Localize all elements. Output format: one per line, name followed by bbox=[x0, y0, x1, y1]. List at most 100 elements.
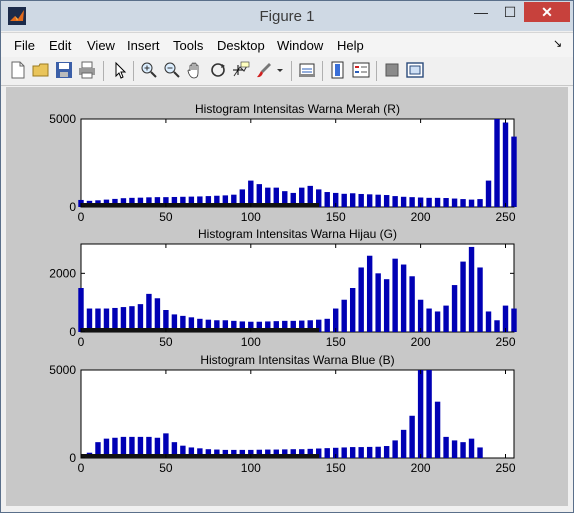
x-tick-label: 50 bbox=[159, 461, 173, 475]
toolbar-separator bbox=[133, 61, 134, 81]
x-tick-label: 0 bbox=[78, 210, 85, 224]
histogram-bar bbox=[426, 197, 432, 207]
histogram-bar bbox=[409, 197, 415, 207]
chart-title: Histogram Intensitas Warna Hijau (G) bbox=[198, 227, 397, 241]
x-tick-label: 100 bbox=[241, 335, 261, 349]
histogram-bar bbox=[392, 196, 398, 207]
histogram-bar bbox=[485, 311, 492, 332]
toolbar-separator bbox=[322, 61, 323, 81]
colorbar-icon[interactable] bbox=[329, 61, 347, 79]
histogram-bar bbox=[417, 299, 424, 332]
print-icon[interactable] bbox=[78, 61, 96, 79]
brush-icon[interactable] bbox=[255, 61, 273, 79]
histogram-bar bbox=[460, 261, 466, 332]
histogram-bar bbox=[511, 136, 517, 207]
hide-plot-tools-icon[interactable] bbox=[383, 61, 401, 79]
toolbar-separator bbox=[103, 61, 104, 81]
histogram-bar bbox=[392, 258, 398, 332]
histogram-bar bbox=[451, 285, 458, 332]
select-arrow-icon[interactable] bbox=[111, 61, 129, 79]
data-cursor-icon[interactable] bbox=[232, 61, 250, 79]
title-bar[interactable]: Figure 1 — ☐ ✕ bbox=[1, 1, 573, 31]
x-tick-label: 50 bbox=[159, 335, 173, 349]
new-figure-icon[interactable] bbox=[9, 61, 27, 79]
menu-window[interactable]: Window bbox=[277, 38, 323, 53]
histogram-axes-2: Histogram Intensitas Warna Blue (B) 0 50 10… bbox=[49, 353, 516, 475]
histogram-bar bbox=[400, 196, 407, 207]
open-file-icon[interactable] bbox=[32, 61, 50, 79]
histogram-bar bbox=[383, 446, 390, 458]
histogram-bar bbox=[400, 264, 407, 332]
save-icon[interactable] bbox=[55, 61, 73, 79]
histogram-bar bbox=[477, 447, 483, 458]
menu-insert[interactable]: Insert bbox=[127, 38, 160, 53]
histogram-bar bbox=[324, 192, 330, 207]
histogram-bar bbox=[375, 194, 381, 207]
histogram-bar bbox=[417, 370, 424, 458]
x-tick-label: 200 bbox=[411, 210, 431, 224]
histogram-bar bbox=[468, 246, 475, 332]
pan-hand-icon[interactable] bbox=[186, 61, 204, 79]
link-plot-icon[interactable] bbox=[298, 61, 316, 79]
menu-tools[interactable]: Tools bbox=[173, 38, 203, 53]
menu-view[interactable]: View bbox=[87, 38, 115, 53]
histogram-bar bbox=[451, 198, 458, 207]
y-tick-label: 5000 bbox=[49, 363, 76, 377]
rotate-3d-icon[interactable] bbox=[209, 61, 227, 79]
menu-bar: File Edit View Insert Tools Desktop Wind… bbox=[1, 32, 573, 58]
menu-file[interactable]: File bbox=[14, 38, 35, 53]
histogram-bar bbox=[434, 197, 441, 207]
plot-area bbox=[80, 118, 515, 208]
x-tick-label: 250 bbox=[495, 210, 515, 224]
zoom-in-icon[interactable] bbox=[140, 61, 158, 79]
histogram-bar bbox=[477, 199, 483, 207]
y-tick-label: 0 bbox=[69, 325, 76, 339]
histogram-axes-0: Histogram Intensitas Warna Merah (R) 0 50 1… bbox=[49, 102, 517, 224]
histogram-bar bbox=[451, 440, 458, 458]
maximize-button[interactable]: ☐ bbox=[497, 2, 523, 22]
close-button[interactable]: ✕ bbox=[524, 2, 570, 22]
menu-help[interactable]: Help bbox=[337, 38, 364, 53]
histogram-bar bbox=[154, 298, 161, 332]
histogram-bar bbox=[485, 180, 492, 207]
histogram-bar bbox=[426, 370, 432, 458]
histogram-plots: Histogram Intensitas Warna Merah (R) 0 50 1… bbox=[49, 102, 517, 475]
minimize-button[interactable]: — bbox=[467, 2, 495, 22]
histogram-bar bbox=[443, 436, 449, 458]
zoom-out-icon[interactable] bbox=[163, 61, 181, 79]
histogram-bar bbox=[366, 255, 373, 332]
x-tick-label: 50 bbox=[159, 210, 173, 224]
legend-icon[interactable] bbox=[352, 61, 370, 79]
histogram-bar bbox=[366, 194, 373, 207]
histogram-bar bbox=[341, 299, 347, 332]
x-tick-label: 200 bbox=[411, 335, 431, 349]
histogram-bar bbox=[349, 193, 356, 207]
histogram-bar bbox=[468, 438, 475, 458]
histogram-bar bbox=[392, 440, 398, 458]
brush-dropdown-icon[interactable] bbox=[275, 61, 285, 79]
intensity-ramp bbox=[81, 454, 320, 458]
histogram-bar bbox=[78, 288, 84, 332]
x-tick-label: 250 bbox=[495, 335, 515, 349]
y-tick-label: 0 bbox=[69, 200, 76, 214]
x-tick-label: 100 bbox=[241, 461, 261, 475]
y-tick-label: 5000 bbox=[49, 112, 76, 126]
histogram-bar bbox=[341, 447, 347, 458]
histogram-bar bbox=[375, 273, 381, 332]
menu-desktop[interactable]: Desktop bbox=[217, 38, 265, 53]
histogram-bar bbox=[137, 304, 144, 332]
toolbar-separator bbox=[291, 61, 292, 81]
histogram-bar bbox=[426, 308, 432, 332]
intensity-ramp bbox=[81, 203, 320, 207]
show-plot-tools-icon[interactable] bbox=[406, 61, 424, 79]
histogram-bar bbox=[341, 193, 347, 207]
x-tick-label: 150 bbox=[326, 335, 346, 349]
menu-edit[interactable]: Edit bbox=[49, 38, 71, 53]
histogram-bar bbox=[460, 199, 466, 207]
histogram-bar bbox=[324, 318, 330, 332]
histogram-bar bbox=[443, 198, 449, 207]
x-tick-label: 0 bbox=[78, 461, 85, 475]
y-tick-label: 0 bbox=[69, 451, 76, 465]
histogram-bar bbox=[400, 429, 407, 458]
dock-arrow-icon[interactable]: ↘ bbox=[553, 37, 562, 50]
